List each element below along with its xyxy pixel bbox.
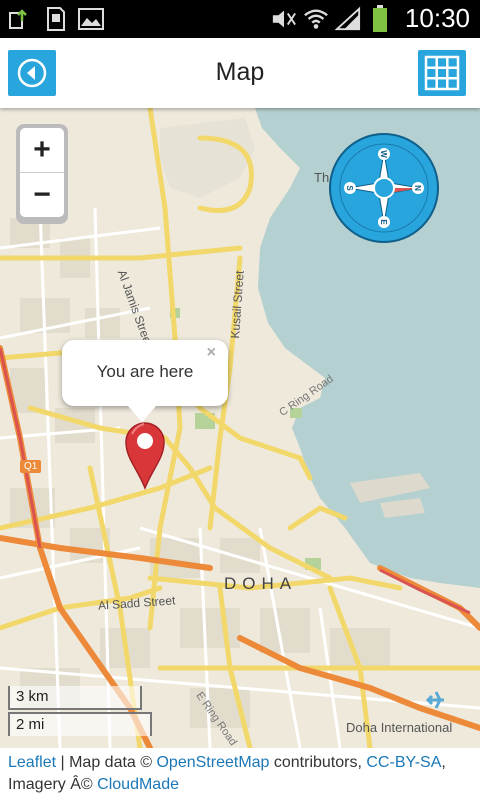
grid-menu-button[interactable] — [418, 50, 466, 96]
clock: 10:30 — [404, 3, 470, 33]
leaflet-link[interactable]: Leaflet — [8, 754, 56, 771]
popup-text: You are here — [96, 362, 194, 381]
grid-icon — [424, 55, 460, 91]
label-city: DOHA — [224, 574, 298, 593]
compass-label-s: S — [345, 185, 354, 191]
attribution-contributors: contributors, — [269, 754, 367, 771]
road-shield-q1: Q1 — [20, 460, 42, 473]
map-attribution: Leaflet | Map data © OpenStreetMap contr… — [0, 748, 480, 800]
zoom-in-button[interactable]: + — [20, 128, 64, 173]
status-bar: 10:30 — [0, 0, 480, 38]
compass-label-w: W — [379, 150, 388, 158]
attribution-comma: , — [441, 754, 446, 771]
app-bar: Map — [0, 38, 480, 108]
zoom-control: + − — [16, 124, 68, 224]
compass-icon[interactable]: W E S N — [328, 132, 440, 244]
zoom-out-button[interactable]: − — [20, 173, 64, 217]
compass-label-e: E — [379, 219, 388, 225]
map-view[interactable]: DOHA Al Jamis Street Kusail Street Al Sa… — [0, 108, 480, 748]
osm-link[interactable]: OpenStreetMap — [156, 754, 269, 771]
page-title: Map — [215, 58, 265, 86]
location-pin-icon[interactable] — [122, 420, 168, 491]
label-airport: Doha International — [346, 720, 453, 735]
scale-metric: 3 km — [8, 686, 142, 710]
cloudmade-link[interactable]: CloudMade — [97, 776, 179, 793]
sd-card-icon — [42, 6, 68, 32]
location-popup: You are here × — [62, 340, 228, 422]
scale-imperial: 2 mi — [8, 712, 152, 736]
license-link[interactable]: CC-BY-SA — [366, 754, 441, 771]
image-icon — [78, 6, 104, 32]
label-island: Th — [314, 170, 330, 185]
wifi-icon — [303, 6, 329, 32]
attribution-imagery: Imagery Â© — [8, 776, 98, 793]
scale-bar: 3 km 2 mi — [8, 686, 152, 736]
mute-icon — [271, 6, 297, 32]
upload-icon — [6, 6, 32, 32]
battery-icon — [367, 4, 393, 32]
signal-icon — [334, 6, 361, 32]
popup-close-button[interactable]: × — [207, 344, 216, 362]
attribution-sep: | Map data © — [56, 754, 157, 771]
compass-label-n: N — [413, 185, 422, 191]
